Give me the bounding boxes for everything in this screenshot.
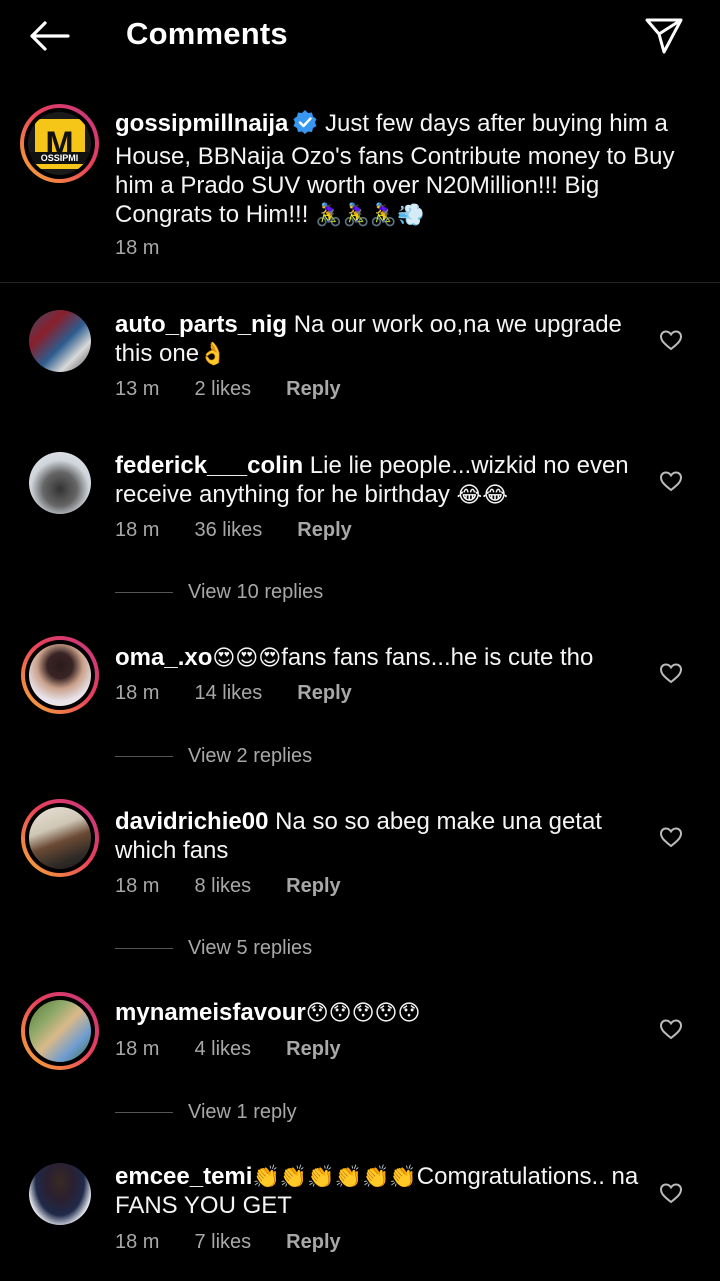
comment-likes[interactable]: 4 likes	[194, 1038, 251, 1061]
view-replies-button[interactable]: View 10 replies	[115, 577, 323, 607]
comment-username[interactable]: federick___colin	[115, 452, 303, 479]
paper-plane-icon	[645, 18, 683, 54]
avatar	[29, 1000, 91, 1062]
view-replies-button[interactable]: View 5 replies	[115, 933, 312, 963]
comment-username[interactable]: davidrichie00	[115, 808, 268, 835]
comment-likes[interactable]: 2 likes	[194, 378, 251, 401]
comment-likes[interactable]: 8 likes	[194, 875, 251, 898]
avatar: M OSSIPMI	[28, 112, 91, 175]
comment-emoji: 👌	[199, 341, 227, 366]
view-replies-label: View 5 replies	[188, 936, 313, 959]
heart-icon[interactable]	[659, 825, 683, 849]
reply-button[interactable]: Reply	[286, 378, 340, 401]
comment-time: 18 m	[115, 1038, 160, 1060]
avatar-logo-label: OSSIPMI	[28, 152, 91, 164]
comment-time: 18 m	[115, 875, 160, 897]
comment-meta: 18 m 8 likes Reply	[115, 875, 341, 898]
top-bar: Comments	[0, 0, 720, 72]
comment-emoji: 😯😯😯😯😯	[305, 1000, 421, 1025]
caption-username[interactable]: gossipmillnaija	[115, 110, 288, 137]
comment-text: davidrichie00 Na so so abeg make una get…	[115, 807, 655, 865]
replies-divider	[115, 947, 173, 949]
comment-meta: 18 m 4 likes Reply	[115, 1038, 341, 1061]
comment-likes[interactable]: 14 likes	[194, 682, 262, 705]
caption-time: 18 m	[115, 237, 160, 259]
replies-divider	[115, 591, 173, 593]
story-ring[interactable]	[21, 799, 99, 877]
caption-text: gossipmillnaija Just few days after buyi…	[115, 109, 675, 229]
avatar[interactable]	[29, 310, 91, 372]
comment-time: 18 m	[115, 1231, 160, 1253]
comment-username[interactable]: oma_.xo	[115, 644, 212, 671]
comment-time: 13 m	[115, 378, 160, 400]
heart-icon[interactable]	[659, 469, 683, 493]
story-ring[interactable]	[21, 636, 99, 714]
comment-likes[interactable]: 7 likes	[194, 1231, 251, 1254]
view-replies-label: View 1 reply	[188, 1100, 297, 1123]
comment-time: 18 m	[115, 519, 160, 541]
comment-emoji: 😂😂	[456, 482, 508, 507]
heart-icon[interactable]	[659, 661, 683, 685]
heart-icon[interactable]	[659, 328, 683, 352]
story-ring[interactable]	[21, 992, 99, 1070]
comment-meta: 18 m 7 likes Reply	[115, 1231, 341, 1254]
arrow-left-icon	[30, 21, 70, 51]
comment-likes[interactable]: 36 likes	[194, 519, 262, 542]
comment-username[interactable]: auto_parts_nig	[115, 311, 287, 338]
comment-meta: 18 m 36 likes Reply	[115, 519, 352, 542]
avatar	[29, 644, 91, 706]
view-replies-button[interactable]: View 2 replies	[115, 741, 312, 771]
comment-text: mynameisfavour 😯😯😯😯😯	[115, 998, 655, 1027]
share-button[interactable]	[640, 12, 688, 60]
reply-button[interactable]: Reply	[297, 682, 351, 705]
heart-icon[interactable]	[659, 1181, 683, 1205]
heart-icon[interactable]	[659, 1017, 683, 1041]
comment-time: 18 m	[115, 682, 160, 704]
view-replies-label: View 2 replies	[188, 744, 313, 767]
replies-divider	[115, 755, 173, 757]
reply-button[interactable]: Reply	[286, 1231, 340, 1254]
page-title: Comments	[126, 16, 288, 51]
reply-button[interactable]: Reply	[297, 519, 351, 542]
caption-meta: 18 m	[115, 237, 159, 260]
comment-text: auto_parts_nig Na our work oo,na we upgr…	[115, 310, 645, 368]
comment-meta: 18 m 14 likes Reply	[115, 682, 352, 705]
back-button[interactable]	[22, 14, 76, 58]
view-replies-label: View 10 replies	[188, 580, 324, 603]
avatar[interactable]	[29, 452, 91, 514]
post-caption: M OSSIPMI gossipmillnaija Just few days …	[0, 98, 720, 283]
avatar[interactable]	[29, 1163, 91, 1225]
view-replies-button[interactable]: View 1 reply	[115, 1097, 297, 1127]
story-ring[interactable]: M OSSIPMI	[20, 104, 99, 183]
comment-emoji: 👏👏👏👏👏👏	[252, 1164, 417, 1189]
comment-emoji: 😍😍😍	[212, 645, 282, 670]
verified-badge-icon	[292, 109, 318, 142]
comment-username[interactable]: emcee_temi	[115, 1163, 252, 1190]
comment-text: oma_.xo 😍😍😍fans fans fans...he is cute t…	[115, 643, 655, 672]
reply-button[interactable]: Reply	[286, 1038, 340, 1061]
comment-text: federick___colin Lie lie people...wizkid…	[115, 451, 655, 509]
replies-divider	[115, 1111, 173, 1113]
reply-button[interactable]: Reply	[286, 875, 340, 898]
caption-emojis: 🚴‍♀️🚴‍♀️🚴‍♀️💨	[315, 202, 425, 227]
comment-username[interactable]: mynameisfavour	[115, 999, 306, 1026]
avatar	[29, 807, 91, 869]
comment-meta: 13 m 2 likes Reply	[115, 378, 341, 401]
comment-text: emcee_temi 👏👏👏👏👏👏Comgratulations.. na FA…	[115, 1162, 655, 1220]
comment-body: fans fans fans...he is cute tho	[281, 644, 594, 671]
